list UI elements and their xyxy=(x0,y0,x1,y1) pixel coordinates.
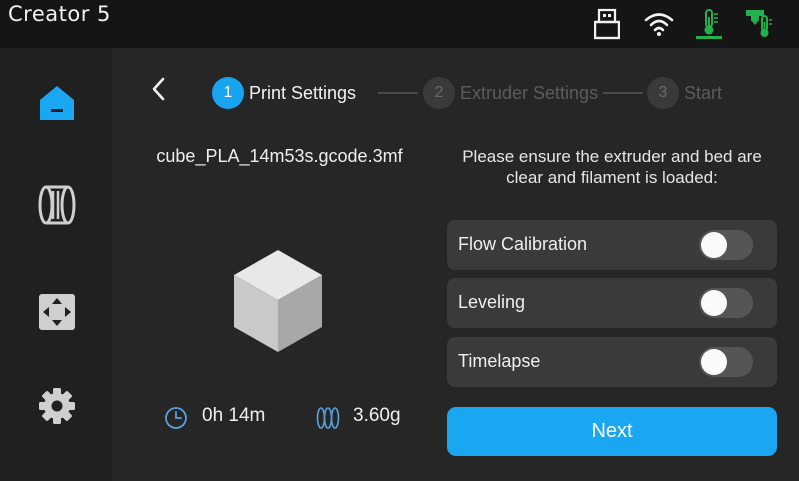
chevron-left-icon xyxy=(152,77,165,101)
usb-drive-icon xyxy=(593,8,621,44)
step-print-settings: 1 Print Settings xyxy=(212,77,356,109)
sidebar-item-home[interactable] xyxy=(34,81,80,127)
step-number: 2 xyxy=(423,77,455,109)
sidebar xyxy=(0,48,112,481)
nozzle-temperature-icon xyxy=(744,8,774,44)
step-number: 3 xyxy=(647,77,679,109)
step-extruder-settings: 2 Extruder Settings xyxy=(423,77,598,109)
home-icon xyxy=(37,82,77,126)
step-label: Start xyxy=(684,82,723,103)
file-name: cube_PLA_14m53s.gcode.3mf xyxy=(156,146,403,166)
step-label: Print Settings xyxy=(249,82,357,103)
top-status-bar: Creator 5 xyxy=(0,0,799,48)
print-time: 0h 14m xyxy=(202,405,266,426)
toggle-knob xyxy=(701,290,727,316)
sidebar-item-filament[interactable] xyxy=(34,184,80,230)
filament-spool-icon xyxy=(37,183,77,231)
option-flow-calibration[interactable]: Flow Calibration xyxy=(447,220,777,270)
option-leveling[interactable]: Leveling xyxy=(447,278,777,328)
instructions-line: Please ensure the extruder and bed are xyxy=(462,147,762,166)
step-start: 3 Start xyxy=(647,77,722,109)
wifi-icon xyxy=(644,10,674,42)
instructions-line: clear and filament is loaded: xyxy=(506,168,718,187)
bed-temperature-icon xyxy=(694,8,724,44)
move-controls-icon xyxy=(38,293,76,335)
flow-calibration-toggle[interactable] xyxy=(699,230,753,260)
timelapse-toggle[interactable] xyxy=(699,347,753,377)
gear-icon xyxy=(37,386,77,430)
toggle-knob xyxy=(701,232,727,258)
back-button[interactable] xyxy=(148,76,170,102)
filament-weight-icon xyxy=(316,406,340,434)
toggle-knob xyxy=(701,349,727,375)
option-label: Timelapse xyxy=(458,351,541,371)
step-label: Extruder Settings xyxy=(460,82,599,103)
leveling-toggle[interactable] xyxy=(699,288,753,318)
option-label: Flow Calibration xyxy=(458,234,588,254)
next-button[interactable]: Next xyxy=(447,407,777,456)
instructions-text: Please ensure the extruder and bed are c… xyxy=(447,146,777,188)
main-panel: 1 Print Settings 2 Extruder Settings 3 S… xyxy=(112,48,799,481)
option-label: Leveling xyxy=(458,292,526,312)
step-connector xyxy=(378,92,418,94)
sidebar-item-settings[interactable] xyxy=(34,385,80,431)
clock-icon xyxy=(164,406,188,434)
step-connector xyxy=(603,92,643,94)
step-number: 1 xyxy=(212,77,244,109)
app-title: Creator 5 xyxy=(8,2,111,26)
model-preview xyxy=(230,246,326,356)
sidebar-item-move[interactable] xyxy=(34,291,80,337)
filament-weight: 3.60g xyxy=(353,405,401,426)
option-timelapse[interactable]: Timelapse xyxy=(447,337,777,387)
